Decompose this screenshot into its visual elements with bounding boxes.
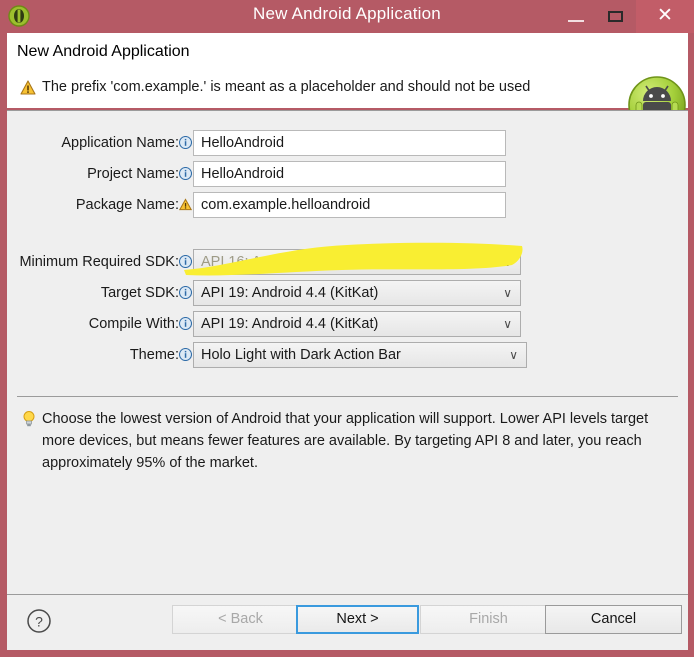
info-icon	[178, 285, 193, 300]
minimum-required-sdk-combobox[interactable]: API 16: Android 4.1 (Jelly Bean) ∨	[193, 249, 521, 275]
close-button[interactable]: ✕	[636, 0, 694, 33]
theme-value: Holo Light with Dark Action Bar	[201, 347, 401, 363]
new-android-application-dialog: New Android Application ✕ New Android Ap…	[0, 0, 694, 657]
field-row-compile-with: Compile With:	[7, 311, 193, 337]
package-name-input[interactable]: com.example.helloandroid	[193, 192, 506, 218]
chevron-down-icon: ∨	[503, 286, 512, 300]
info-icon	[178, 135, 193, 150]
next-button[interactable]: Next >	[296, 605, 419, 634]
theme-combobox[interactable]: Holo Light with Dark Action Bar ∨	[193, 342, 527, 368]
field-row-minimum-required-sdk: Minimum Required SDK:	[7, 249, 193, 275]
svg-text:?: ?	[35, 614, 43, 630]
application-name-input[interactable]: HelloAndroid	[193, 130, 506, 156]
info-icon	[178, 316, 193, 331]
cancel-button[interactable]: Cancel	[545, 605, 682, 634]
maximize-icon	[608, 11, 623, 22]
target-sdk-value: API 19: Android 4.4 (KitKat)	[201, 285, 379, 301]
header-warning-text: The prefix 'com.example.' is meant as a …	[42, 79, 531, 95]
compile-with-value: API 19: Android 4.4 (KitKat)	[201, 316, 379, 332]
dialog-header: New Android Application The prefix 'com.…	[7, 33, 688, 135]
label-application-name: Application Name:	[61, 135, 179, 151]
back-button[interactable]: < Back	[172, 605, 309, 634]
warning-icon	[178, 198, 193, 211]
chevron-down-icon: ∨	[503, 317, 512, 331]
field-row-package-name: Package Name:	[7, 192, 193, 218]
lightbulb-icon	[21, 410, 37, 428]
help-question-icon[interactable]: ?	[26, 608, 52, 634]
maximize-button[interactable]	[596, 0, 636, 33]
target-sdk-combobox[interactable]: API 19: Android 4.4 (KitKat) ∨	[193, 280, 521, 306]
minimum-required-sdk-value: API 16: Android 4.1 (Jelly Bean)	[201, 254, 407, 270]
header-title: New Android Application	[17, 43, 190, 60]
tip-text: Choose the lowest version of Android tha…	[42, 411, 649, 471]
dialog-button-bar: ? < Back Next > Finish Cancel	[7, 594, 688, 650]
finish-button[interactable]: Finish	[420, 605, 557, 634]
label-package-name: Package Name:	[75, 197, 179, 213]
minimize-icon	[568, 20, 584, 22]
minimize-button[interactable]	[556, 0, 596, 33]
label-target-sdk: Target SDK:	[100, 285, 179, 301]
warning-triangle-icon	[20, 80, 36, 95]
tip-separator	[17, 396, 678, 397]
info-icon	[178, 166, 193, 181]
label-project-name: Project Name:	[87, 166, 179, 182]
field-row-project-name: Project Name:	[7, 161, 193, 187]
project-name-input[interactable]: HelloAndroid	[193, 161, 506, 187]
field-row-theme: Theme:	[7, 342, 193, 368]
label-theme: Theme:	[129, 347, 179, 363]
title-bar: New Android Application ✕	[0, 0, 694, 33]
info-icon	[178, 254, 193, 269]
field-row-target-sdk: Target SDK:	[7, 280, 193, 306]
dialog-body: Application Name: HelloAndroid Project N…	[7, 110, 688, 594]
label-compile-with: Compile With:	[88, 316, 179, 332]
close-icon: ✕	[657, 4, 673, 26]
chevron-down-icon: ∨	[503, 255, 512, 269]
field-row-application-name: Application Name:	[7, 130, 193, 156]
info-icon	[178, 347, 193, 362]
chevron-down-icon: ∨	[509, 348, 518, 362]
compile-with-combobox[interactable]: API 19: Android 4.4 (KitKat) ∨	[193, 311, 521, 337]
label-minimum-required-sdk: Minimum Required SDK:	[19, 254, 179, 270]
